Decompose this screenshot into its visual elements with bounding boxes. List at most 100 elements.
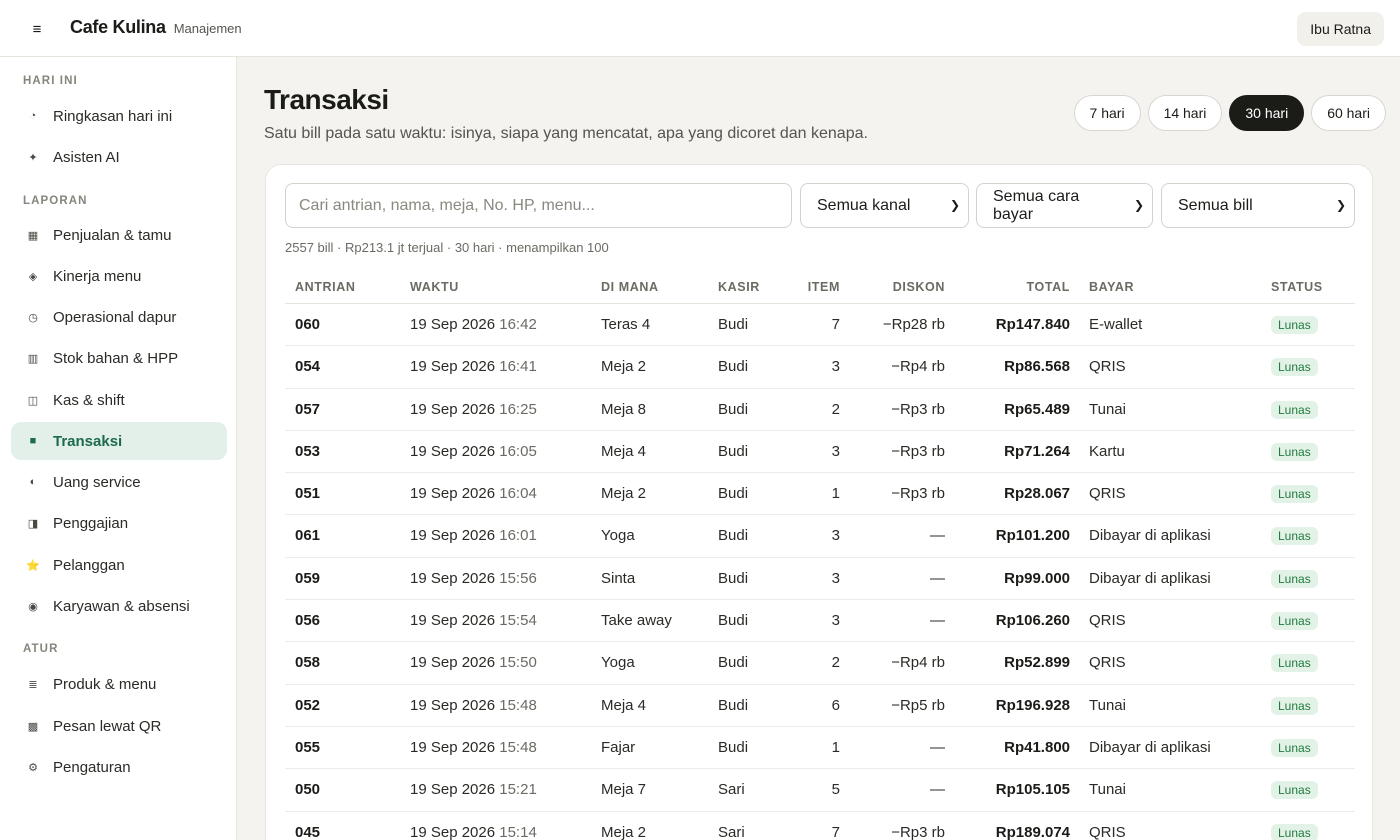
sidebar-item-transaksi[interactable]: ■ Transaksi bbox=[11, 422, 227, 460]
table-row[interactable]: 052 19 Sep 2026 15:48 Meja 4 Budi 6 −Rp5 rb Rp… bbox=[285, 685, 1355, 727]
transaction-date: 19 Sep 2026 bbox=[410, 316, 496, 333]
range-button-7-hari[interactable]: 7 hari bbox=[1073, 95, 1141, 131]
column-header-total[interactable]: TOTAL bbox=[1026, 280, 1070, 294]
sidebar-item-label: Ringkasan hari ini bbox=[53, 107, 173, 125]
table-row[interactable]: 059 19 Sep 2026 15:56 Sinta Budi 3 — Rp99.000 D… bbox=[285, 558, 1355, 601]
sidebar-item-kas-shift[interactable]: ◫ Kas & shift bbox=[11, 381, 227, 419]
hamburger-menu-icon[interactable]: ≡ bbox=[24, 16, 50, 42]
column-header-waktu[interactable]: WAKTU bbox=[410, 280, 459, 294]
sidebar-item-kinerja-menu[interactable]: ◈ Kinerja menu bbox=[11, 257, 227, 295]
sidebar-item-pengaturan[interactable]: ⚙ Pengaturan bbox=[11, 748, 227, 786]
cashier-name: Budi bbox=[718, 442, 749, 460]
range-button-60-hari[interactable]: 60 hari bbox=[1311, 95, 1386, 131]
transaction-date: 19 Sep 2026 bbox=[410, 612, 496, 630]
queue-number: 053 bbox=[295, 442, 321, 460]
transaction-clock: 15:21 bbox=[499, 781, 537, 799]
discount: −Rp3 rb bbox=[891, 442, 945, 460]
cashier-name: Budi bbox=[718, 358, 749, 376]
transaction-clock: 15:48 bbox=[499, 696, 537, 714]
payment-method: QRIS bbox=[1089, 358, 1126, 376]
table-body: 060 19 Sep 2026 16:42 Teras 4 Budi 7 −Rp28 rb… bbox=[285, 304, 1355, 840]
table-row[interactable]: 056 19 Sep 2026 15:54 Take away Budi 3 — Rp106… bbox=[285, 600, 1355, 643]
status-badge: Lunas bbox=[1271, 612, 1318, 631]
search-input[interactable] bbox=[285, 183, 792, 228]
sparkle-icon: ✦ bbox=[28, 151, 38, 164]
range-button-30-hari[interactable]: 30 hari bbox=[1229, 95, 1305, 131]
discount: −Rp3 rb bbox=[891, 400, 945, 418]
sidebar-item-produk-menu[interactable]: ≣ Produk & menu bbox=[11, 665, 227, 703]
table-row[interactable]: 050 19 Sep 2026 15:21 Meja 7 Sari 5 — Rp105.10… bbox=[285, 769, 1355, 812]
sidebar-item-stok-bahan-hpp[interactable]: ▥ Stok bahan & HPP bbox=[11, 339, 227, 377]
cashier-name: Budi bbox=[718, 316, 749, 333]
sidebar-item-penjualan-tamu[interactable]: ▦ Penjualan & tamu bbox=[11, 216, 227, 254]
table-row[interactable]: 057 19 Sep 2026 16:25 Meja 8 Budi 2 −Rp3 rb Rp… bbox=[285, 389, 1355, 431]
transaction-date: 19 Sep 2026 bbox=[410, 781, 496, 799]
column-header-kasir[interactable]: KASIR bbox=[718, 280, 760, 294]
location: Meja 2 bbox=[601, 823, 647, 840]
item-count: 2 bbox=[831, 400, 840, 418]
payment-method: Dibayar di aplikasi bbox=[1089, 569, 1211, 587]
bill-select[interactable]: Semua bill ❯ bbox=[1161, 183, 1355, 228]
sidebar-item-asisten-ai[interactable]: ✦ Asisten AI bbox=[11, 138, 227, 176]
transaction-clock: 15:50 bbox=[499, 654, 537, 672]
queue-number: 051 bbox=[295, 485, 321, 503]
table-row[interactable]: 045 19 Sep 2026 15:14 Meja 2 Sari 7 −Rp3 rb Rp… bbox=[285, 812, 1355, 840]
queue-number: 056 bbox=[295, 612, 321, 630]
item-count: 7 bbox=[831, 316, 840, 333]
grid-icon: ▥ bbox=[27, 352, 39, 365]
cashier-name: Budi bbox=[718, 654, 749, 672]
sidebar-item-label: Uang service bbox=[53, 473, 141, 491]
table-row[interactable]: 058 19 Sep 2026 15:50 Yoga Budi 2 −Rp4 rb Rp52… bbox=[285, 642, 1355, 685]
table-row[interactable]: 060 19 Sep 2026 16:42 Teras 4 Budi 7 −Rp28 rb… bbox=[285, 304, 1355, 347]
transaction-time: 19 Sep 2026 15:14 bbox=[410, 824, 537, 840]
sidebar-item-ringkasan-hari-ini[interactable]: ◔ Ringkasan hari ini bbox=[11, 97, 227, 135]
sidebar-item-pelanggan[interactable]: ⭐ Pelanggan bbox=[11, 546, 227, 584]
status-badge: Lunas bbox=[1271, 654, 1318, 673]
cashier-name: Sari bbox=[718, 781, 745, 799]
sidebar-item-karyawan-absensi[interactable]: ◉ Karyawan & absensi bbox=[11, 587, 227, 625]
transaction-time: 19 Sep 2026 15:48 bbox=[410, 697, 537, 714]
channel-select[interactable]: Semua kanal ❯ bbox=[800, 183, 969, 228]
column-header-antrian[interactable]: ANTRIAN bbox=[295, 280, 355, 294]
table-row[interactable]: 054 19 Sep 2026 16:41 Meja 2 Budi 3 −Rp4 rb Rp… bbox=[285, 346, 1355, 389]
user-menu-button[interactable]: Ibu Ratna bbox=[1297, 12, 1384, 46]
total-amount: Rp147.840 bbox=[995, 316, 1070, 333]
status-badge: Lunas bbox=[1271, 696, 1318, 715]
status-badge: Lunas bbox=[1271, 442, 1318, 461]
sidebar-item-pesan-lewat-qr[interactable]: ▩ Pesan lewat QR bbox=[11, 707, 227, 745]
column-header-status[interactable]: STATUS bbox=[1271, 280, 1323, 294]
item-count: 3 bbox=[831, 442, 840, 460]
total-amount: Rp71.264 bbox=[1004, 442, 1070, 460]
column-header-di-mana[interactable]: DI MANA bbox=[601, 280, 659, 294]
menu-icon: ≣ bbox=[28, 678, 38, 691]
transaction-date: 19 Sep 2026 bbox=[410, 442, 496, 460]
total-amount: Rp105.105 bbox=[995, 781, 1070, 799]
discount: −Rp4 rb bbox=[891, 654, 945, 672]
column-header-item[interactable]: ITEM bbox=[808, 280, 840, 294]
transaction-time: 19 Sep 2026 15:56 bbox=[410, 570, 537, 587]
item-count: 5 bbox=[831, 781, 840, 799]
transaction-clock: 15:56 bbox=[499, 569, 537, 587]
table-row[interactable]: 061 19 Sep 2026 16:01 Yoga Budi 3 — Rp101.200 D… bbox=[285, 515, 1355, 558]
page-subtitle: Satu bill pada satu waktu: isinya, siapa… bbox=[264, 125, 868, 142]
column-header-diskon[interactable]: DISKON bbox=[893, 280, 945, 294]
queue-number: 054 bbox=[295, 358, 321, 376]
sidebar-item-uang-service[interactable]: ◐ Uang service bbox=[11, 463, 227, 501]
payment-select[interactable]: Semua cara bayar ❯ bbox=[976, 183, 1153, 228]
total-amount: Rp41.800 bbox=[1004, 738, 1070, 756]
sidebar-item-penggajian[interactable]: ◨ Penggajian bbox=[11, 504, 227, 542]
column-header-bayar[interactable]: BAYAR bbox=[1089, 280, 1134, 294]
transaction-clock: 16:01 bbox=[499, 527, 537, 545]
transaction-time: 19 Sep 2026 16:42 bbox=[410, 316, 537, 333]
payment-method: Dibayar di aplikasi bbox=[1089, 527, 1211, 545]
table-row[interactable]: 053 19 Sep 2026 16:05 Meja 4 Budi 3 −Rp3 rb Rp… bbox=[285, 431, 1355, 474]
status-badge: Lunas bbox=[1271, 823, 1318, 840]
range-button-14-hari[interactable]: 14 hari bbox=[1147, 95, 1223, 131]
location: Meja 7 bbox=[601, 781, 647, 799]
status-badge: Lunas bbox=[1271, 485, 1318, 504]
sidebar-item-operasional-dapur[interactable]: ◷ Operasional dapur bbox=[11, 298, 227, 336]
table-row[interactable]: 055 19 Sep 2026 15:48 Fajar Budi 1 — Rp41.800 D… bbox=[285, 727, 1355, 770]
table-row[interactable]: 051 19 Sep 2026 16:04 Meja 2 Budi 1 −Rp3 rb Rp… bbox=[285, 473, 1355, 516]
discount: −Rp3 rb bbox=[891, 823, 945, 840]
transaction-clock: 16:04 bbox=[499, 485, 537, 503]
